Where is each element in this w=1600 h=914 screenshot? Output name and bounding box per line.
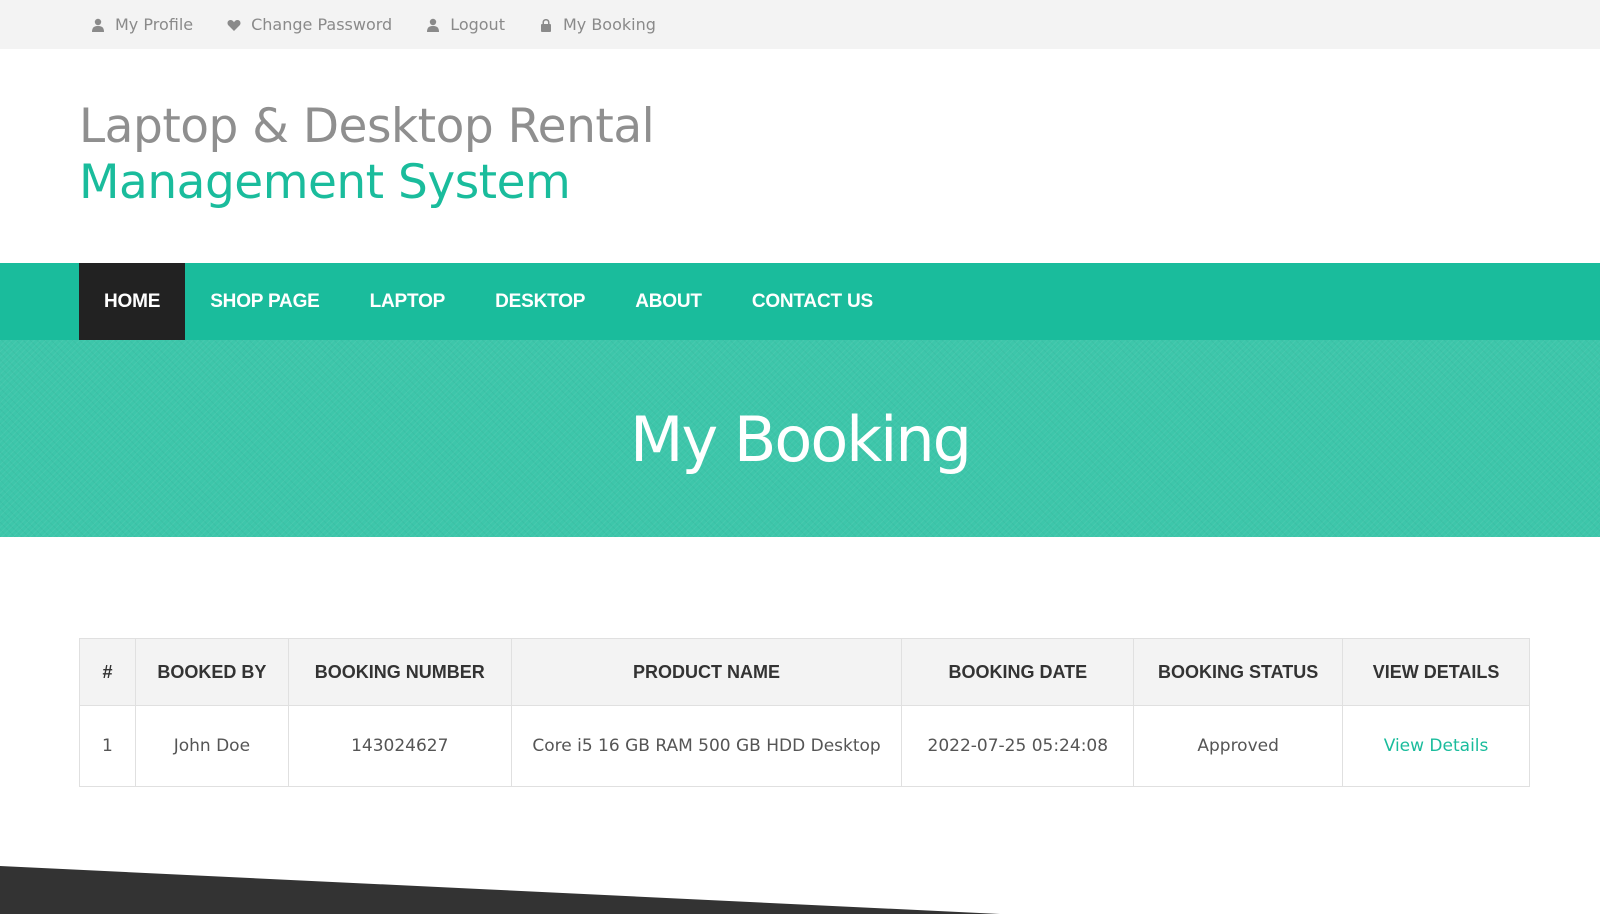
- col-header-view-details: VIEW DETAILS: [1342, 638, 1530, 706]
- cell-booking-status: Approved: [1133, 705, 1344, 787]
- table-row: 1 John Doe 143024627 Core i5 16 GB RAM 5…: [79, 705, 1530, 787]
- my-profile-label: My Profile: [115, 15, 194, 34]
- col-header-product-name: PRODUCT NAME: [510, 638, 903, 706]
- nav-item-shop-page[interactable]: SHOP PAGE: [185, 263, 344, 340]
- nav-item-laptop[interactable]: LAPTOP: [345, 263, 471, 340]
- cell-booking-date: 2022-07-25 05:24:08: [901, 705, 1135, 787]
- user-icon: [92, 18, 104, 32]
- my-profile-link[interactable]: My Profile: [91, 15, 193, 34]
- page-title: My Booking: [629, 403, 972, 476]
- cell-product-name: Core i5 16 GB RAM 500 GB HDD Desktop: [510, 705, 903, 787]
- change-password-link[interactable]: Change Password: [227, 15, 392, 34]
- page-banner: My Booking: [0, 340, 1600, 537]
- my-booking-link[interactable]: My Booking: [539, 15, 656, 34]
- cell-booking-number: 143024627: [287, 705, 512, 787]
- view-details-link[interactable]: View Details: [1384, 736, 1489, 756]
- cell-index: 1: [79, 705, 136, 787]
- col-header-booking-number: BOOKING NUMBER: [287, 638, 512, 706]
- site-title-line1: Laptop & Desktop Rental: [79, 99, 655, 154]
- col-header-booked-by: BOOKED BY: [134, 638, 289, 706]
- top-links: My Profile Change Password Logout My Boo…: [91, 0, 690, 49]
- table-header-row: # BOOKED BY BOOKING NUMBER PRODUCT NAME …: [79, 638, 1530, 706]
- nav-item-desktop[interactable]: DESKTOP: [470, 263, 610, 340]
- nav-item-home[interactable]: HOME: [79, 263, 186, 340]
- col-header-index: #: [79, 638, 136, 706]
- lock-icon: [540, 18, 551, 32]
- change-password-label: Change Password: [251, 15, 393, 34]
- my-booking-label: My Booking: [562, 15, 656, 34]
- booking-table-wrapper: # BOOKED BY BOOKING NUMBER PRODUCT NAME …: [79, 638, 1530, 787]
- nav-item-contact-us[interactable]: CONTACT US: [727, 263, 898, 340]
- user-icon: [427, 18, 440, 32]
- cell-view-details: View Details: [1342, 705, 1530, 787]
- site-title-line2: Management System: [79, 155, 571, 210]
- footer-wedge: [0, 866, 1000, 914]
- heart-icon: [227, 19, 241, 31]
- booking-table: # BOOKED BY BOOKING NUMBER PRODUCT NAME …: [79, 638, 1530, 787]
- col-header-booking-date: BOOKING DATE: [901, 638, 1135, 706]
- main-nav: HOME SHOP PAGE LAPTOP DESKTOP ABOUT CONT…: [0, 263, 1600, 340]
- cell-booked-by: John Doe: [134, 705, 289, 787]
- col-header-booking-status: BOOKING STATUS: [1133, 638, 1344, 706]
- logout-link[interactable]: Logout: [426, 15, 505, 34]
- logout-label: Logout: [450, 15, 505, 34]
- nav-item-about[interactable]: ABOUT: [610, 263, 727, 340]
- top-bar: My Profile Change Password Logout My Boo…: [0, 0, 1600, 49]
- site-logo[interactable]: Laptop & Desktop Rental Management Syste…: [79, 98, 655, 210]
